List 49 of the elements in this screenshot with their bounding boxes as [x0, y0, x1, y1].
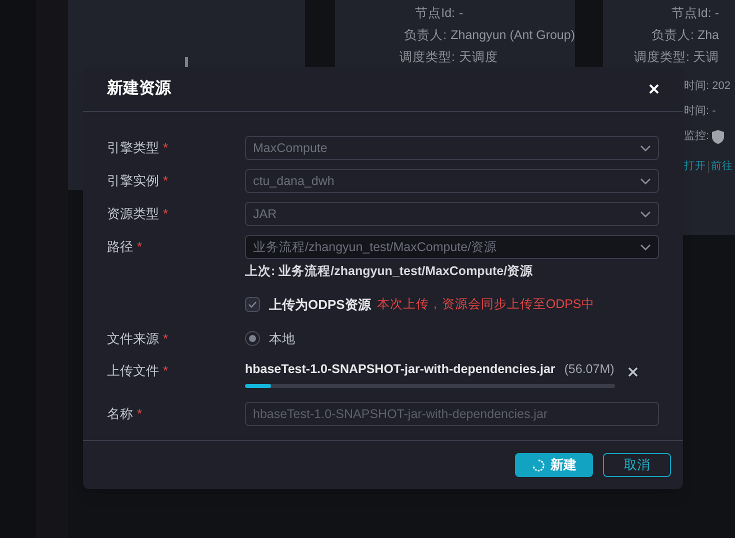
required-mark: * — [163, 173, 168, 188]
chevron-down-icon — [640, 244, 651, 250]
create-button[interactable]: 新建 — [515, 453, 593, 477]
required-mark: * — [163, 331, 168, 346]
info-text: 负责人: Zha — [652, 26, 719, 44]
warning-text: 本次上传，资源会同步上传至ODPS中 — [376, 296, 594, 314]
field-label: 调度类型: — [398, 48, 455, 66]
info-text: 时间: - — [684, 104, 716, 120]
file-name: hbaseTest-1.0-SNAPSHOT-jar-with-dependencies.jar — [245, 361, 556, 378]
chevron-down-icon — [640, 210, 651, 218]
hint-text: 上次: 业务流程/zhangyun_test/MaxCompute/资源 — [245, 263, 534, 280]
required-mark: * — [163, 362, 168, 378]
required-mark: * — [163, 206, 168, 222]
cancel-button[interactable]: 取消 — [603, 453, 671, 477]
action-link[interactable]: 打开 — [684, 159, 706, 175]
close-icon[interactable] — [649, 84, 659, 94]
field-label: 负责人: — [403, 26, 447, 44]
field-label: 文件来源 — [107, 331, 159, 346]
field-value: Zhangyun (Ant Group) — [450, 26, 575, 44]
check-icon — [248, 301, 257, 308]
info-text: 监控: — [684, 129, 710, 144]
remove-icon[interactable] — [628, 366, 638, 377]
field-label: 引擎实例 — [107, 173, 159, 188]
field-label: 名称 — [107, 406, 133, 421]
info-text: 节点Id: - — [671, 4, 719, 22]
dialog-title: 新建资源 — [107, 78, 171, 99]
chevron-down-icon — [640, 178, 651, 184]
field-label: 节点Id: — [414, 4, 455, 22]
field-label: 路径 — [107, 239, 133, 254]
info-text: 调度类型: 天调 — [634, 48, 719, 66]
file-size: (56.07M) — [564, 361, 614, 378]
field-label: 引擎类型 — [107, 140, 159, 156]
checkbox-label: 上传为ODPS资源 — [269, 296, 371, 314]
name-field[interactable]: hbaseTest-1.0-SNAPSHOT-jar-with-dependencies.jar — [245, 402, 659, 426]
action-link[interactable]: 前往 — [711, 159, 733, 175]
field-value: - — [458, 4, 464, 22]
info-text: 时间: 202 — [684, 79, 730, 94]
required-mark: * — [137, 406, 142, 421]
radio-label: 本地 — [269, 330, 295, 348]
select-field[interactable]: 业务流程/zhangyun_test/MaxCompute/资源 — [245, 235, 659, 259]
checkbox[interactable] — [245, 297, 260, 312]
radio-button[interactable] — [245, 331, 260, 346]
chevron-down-icon — [640, 144, 651, 152]
required-mark: * — [137, 239, 142, 254]
required-mark: * — [163, 140, 168, 156]
field-value: 天调度 — [458, 48, 498, 66]
field-label: 上传文件 — [107, 362, 159, 378]
shield-icon — [711, 128, 726, 144]
field-label: 资源类型 — [107, 206, 159, 222]
